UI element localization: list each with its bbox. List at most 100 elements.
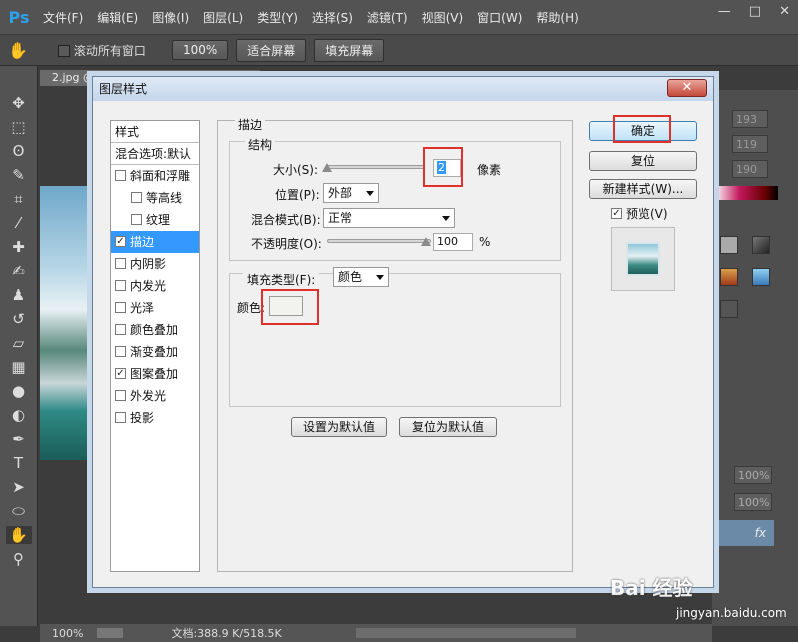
fill-type-dropdown[interactable]: 颜色	[333, 267, 389, 287]
menu-select[interactable]: 选择(S)	[305, 9, 360, 26]
pen-tool-icon[interactable]: ✒	[6, 430, 32, 448]
status-zoom[interactable]: 100%	[52, 627, 83, 640]
opacity-slider[interactable]	[327, 239, 431, 243]
blend-mode-dropdown[interactable]: 正常	[323, 208, 455, 228]
preview-checkbox[interactable]: ✓预览(V)	[611, 205, 668, 222]
style-item[interactable]: 纹理	[111, 209, 199, 231]
menu-window[interactable]: 窗口(W)	[470, 9, 529, 26]
stamp-tool-icon[interactable]: ♟	[6, 286, 32, 304]
chevron-down-icon	[376, 275, 384, 280]
horizontal-scrollbar[interactable]	[356, 628, 576, 638]
opacity-input[interactable]: 100	[433, 233, 473, 251]
type-tool-icon[interactable]: T	[6, 454, 32, 472]
reset-button[interactable]: 复位	[589, 151, 697, 171]
checkbox-checked-icon[interactable]: ✓	[115, 368, 126, 379]
checkbox-icon[interactable]	[115, 258, 126, 269]
maximize-button[interactable]: □	[749, 4, 761, 19]
blend-options-item[interactable]: 混合选项:默认	[111, 143, 199, 165]
checkbox-icon[interactable]	[115, 390, 126, 401]
style-item[interactable]: 内发光	[111, 275, 199, 297]
crop-tool-icon[interactable]: ⌗	[6, 190, 32, 208]
style-swatch-1[interactable]	[720, 236, 738, 254]
hand-tool-icon[interactable]: ✋	[8, 41, 28, 60]
zoom-100-button[interactable]: 100%	[172, 40, 228, 60]
eyedropper-tool-icon[interactable]: ⁄	[6, 214, 32, 232]
checkbox-checked-icon[interactable]: ✓	[115, 236, 126, 247]
color-value-3[interactable]: 190	[732, 160, 768, 178]
menu-type[interactable]: 类型(Y)	[250, 9, 305, 26]
scroll-all-checkbox[interactable]: 滚动所有窗口	[58, 42, 146, 59]
checkbox-icon[interactable]	[115, 324, 126, 335]
fill-screen-button[interactable]: 填充屏幕	[314, 39, 384, 62]
new-style-button[interactable]: 新建样式(W)...	[589, 179, 697, 199]
checkbox-icon[interactable]	[115, 280, 126, 291]
move-tool-icon[interactable]: ✥	[6, 94, 32, 112]
style-item[interactable]: 斜面和浮雕	[111, 165, 199, 187]
dialog-titlebar: 图层样式 ✕	[93, 77, 713, 101]
menu-bar: Ps 文件(F) 编辑(E) 图像(I) 图层(L) 类型(Y) 选择(S) 滤…	[0, 0, 798, 34]
menu-layer[interactable]: 图层(L)	[196, 9, 250, 26]
layer-opacity[interactable]: 100%	[734, 466, 772, 484]
menu-edit[interactable]: 编辑(E)	[90, 9, 145, 26]
eraser-tool-icon[interactable]: ▱	[6, 334, 32, 352]
style-item-label: 纹理	[146, 213, 170, 227]
opacity-slider-thumb[interactable]	[421, 237, 431, 246]
checkbox-icon[interactable]	[131, 214, 142, 225]
brush-tool-icon[interactable]: ✍	[6, 262, 32, 280]
menu-image[interactable]: 图像(I)	[145, 9, 196, 26]
style-item[interactable]: 光泽	[111, 297, 199, 319]
position-dropdown[interactable]: 外部	[323, 183, 379, 203]
style-item[interactable]: 外发光	[111, 385, 199, 407]
style-item[interactable]: 渐变叠加	[111, 341, 199, 363]
checkbox-icon[interactable]	[115, 346, 126, 357]
layer-fill[interactable]: 100%	[734, 493, 772, 511]
menu-file[interactable]: 文件(F)	[36, 9, 90, 26]
style-item[interactable]: 内阴影	[111, 253, 199, 275]
style-item[interactable]: 等高线	[111, 187, 199, 209]
color-value-2[interactable]: 119	[732, 135, 768, 153]
path-select-tool-icon[interactable]: ➤	[6, 478, 32, 496]
style-swatch-2[interactable]	[752, 236, 770, 254]
status-icon	[97, 628, 123, 638]
close-window-button[interactable]: ✕	[779, 4, 790, 19]
style-list-header[interactable]: 样式	[111, 121, 199, 143]
style-item[interactable]: ✓图案叠加	[111, 363, 199, 385]
dodge-tool-icon[interactable]: ◐	[6, 406, 32, 424]
style-item[interactable]: ✓ 描边	[111, 231, 199, 253]
menu-view[interactable]: 视图(V)	[415, 9, 471, 26]
checkbox-icon[interactable]	[115, 170, 126, 181]
history-brush-tool-icon[interactable]: ↺	[6, 310, 32, 328]
marquee-tool-icon[interactable]: ⬚	[6, 118, 32, 136]
blur-tool-icon[interactable]: ●	[6, 382, 32, 400]
position-value: 外部	[328, 186, 352, 200]
style-swatch-4[interactable]	[752, 268, 770, 286]
style-item[interactable]: 颜色叠加	[111, 319, 199, 341]
document-canvas[interactable]	[40, 186, 94, 460]
color-ramp[interactable]	[714, 186, 778, 200]
style-swatch-3[interactable]	[720, 268, 738, 286]
minimize-button[interactable]: —	[718, 4, 731, 19]
hand-tool-icon[interactable]: ✋	[6, 526, 32, 544]
checkbox-icon[interactable]	[115, 302, 126, 313]
shape-tool-icon[interactable]: ⬭	[6, 502, 32, 520]
menu-filter[interactable]: 滤镜(T)	[360, 9, 415, 26]
style-item[interactable]: 投影	[111, 407, 199, 429]
checkbox-icon[interactable]	[131, 192, 142, 203]
checkbox-icon[interactable]	[115, 412, 126, 423]
lasso-tool-icon[interactable]: ʘ	[6, 142, 32, 160]
make-default-button[interactable]: 设置为默认值	[291, 417, 387, 437]
quick-select-tool-icon[interactable]: ✎	[6, 166, 32, 184]
size-slider[interactable]	[325, 165, 425, 169]
menu-help[interactable]: 帮助(H)	[529, 9, 585, 26]
reset-default-button[interactable]: 复位为默认值	[399, 417, 497, 437]
fit-screen-button[interactable]: 适合屏幕	[236, 39, 306, 62]
healing-brush-tool-icon[interactable]: ✚	[6, 238, 32, 256]
dialog-close-button[interactable]: ✕	[667, 79, 707, 97]
gradient-tool-icon[interactable]: ▦	[6, 358, 32, 376]
style-item-label: 描边	[130, 235, 154, 249]
layer-fx-badge[interactable]: fx	[714, 520, 774, 546]
style-swatch-5[interactable]	[720, 300, 738, 318]
color-value-1[interactable]: 193	[732, 110, 768, 128]
zoom-tool-icon[interactable]: ⚲	[6, 550, 32, 568]
size-slider-thumb[interactable]	[322, 163, 332, 172]
